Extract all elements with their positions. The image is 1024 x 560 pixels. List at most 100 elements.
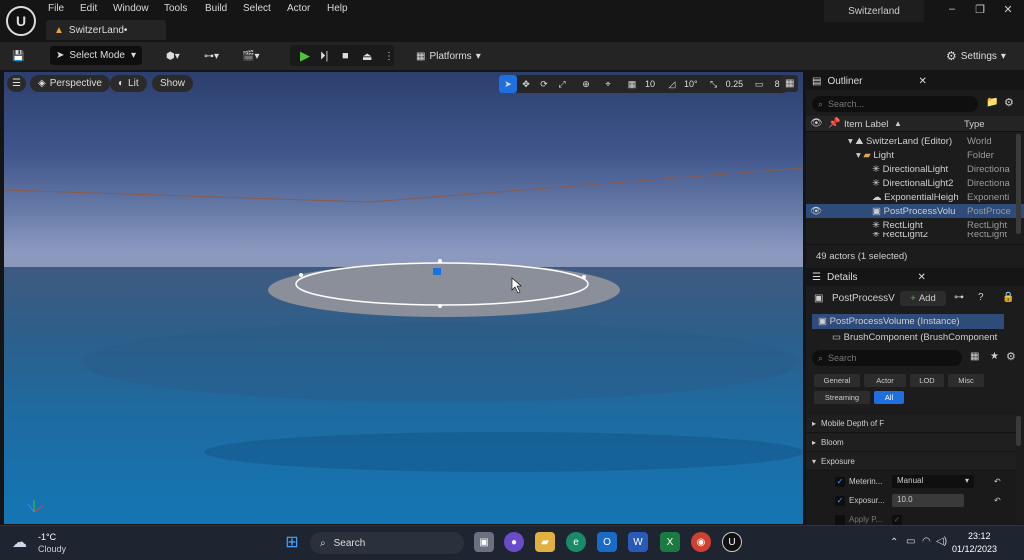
grid-snap-value[interactable]: 10 [641,75,659,93]
clock-time[interactable]: 23:12 [968,531,991,541]
unreal-logo-icon[interactable]: U [6,6,36,36]
platforms-dropdown[interactable]: ▦ Platforms ▾ [410,46,487,66]
taskbar-search[interactable]: ⌕ Search [310,532,464,554]
camera-speed-icon[interactable]: ▭ [750,75,768,93]
surface-snap-icon[interactable]: ⌖ [599,75,617,93]
chat-icon[interactable]: ● [504,532,524,552]
menu-file[interactable]: File [48,3,64,14]
outliner-row-world[interactable]: ▾ ⛰ SwitzerLand (Editor) World [806,134,1024,148]
details-search-input[interactable]: ⌕ Search [812,350,962,366]
outliner-row-actor[interactable]: ☁ ExponentialHeigh Exponenti [806,190,1024,204]
word-icon[interactable]: W [628,532,648,552]
minimize-icon[interactable]: – [942,3,962,15]
show-button[interactable]: Show [152,75,194,92]
select-tool-icon[interactable]: ➤ [499,75,517,93]
play-icon[interactable]: ▶ [294,46,316,66]
category-streaming[interactable]: Streaming [814,391,870,404]
level-viewport[interactable]: ☰ ◈ Perspective ◐ Lit Show ➤ ✥ ⟳ ⤢ ⊕ ⌖ ▦ 1… [4,72,803,524]
section-mobile-dof[interactable]: ▸ Mobile Depth of F [806,415,1016,433]
category-general[interactable]: General [814,374,860,387]
task-view-icon[interactable]: ▣ [474,532,494,552]
chrome-icon[interactable]: ◉ [691,532,711,552]
monitor-icon[interactable]: ▭ [906,536,915,547]
menu-window[interactable]: Window [113,3,149,14]
save-icon[interactable]: 💾 [6,46,30,66]
exposure-checkbox[interactable]: ✓ [835,495,845,506]
eject-icon[interactable]: ⏏ [356,46,378,66]
outliner-scrollbar[interactable] [1016,134,1021,234]
add-component-button[interactable]: + Add [900,291,946,306]
category-all[interactable]: All [874,391,904,404]
blueprint-icon[interactable]: ⊶ [954,292,964,303]
file-explorer-icon[interactable]: ▰ [535,532,555,552]
chevron-up-icon[interactable]: ⌃ [890,537,898,548]
cinematics-icon[interactable]: 🎬▾ [236,46,265,66]
gear-icon[interactable]: ⚙ [1006,350,1016,363]
move-tool-icon[interactable]: ✥ [517,75,535,93]
select-mode-dropdown[interactable]: ➤ Select Mode ▾ [50,46,142,65]
component-row-brush[interactable]: ▭ BrushComponent (BrushComponent [812,330,1010,345]
outliner-row-folder[interactable]: ▾ ▰ Light Folder [806,148,1024,162]
lit-button[interactable]: ◐ Lit [110,75,147,92]
pin-icon[interactable]: 📌 [828,118,840,129]
stop-icon[interactable]: ■ [336,46,355,66]
component-row-instance[interactable]: ▣ PostProcessVolume (Instance) [812,314,1004,329]
menu-tools[interactable]: Tools [164,3,187,14]
viewport-menu-button[interactable]: ☰ [7,75,26,92]
menu-build[interactable]: Build [205,3,227,14]
eye-icon[interactable]: 👁 [810,206,822,217]
settings-button[interactable]: ⚙ Settings ▾ [940,46,1012,66]
category-actor[interactable]: Actor [864,374,906,387]
start-icon[interactable]: ⊞ [282,532,302,552]
weather-temp[interactable]: -1°C [38,532,56,542]
gear-icon[interactable]: ⚙ [1004,96,1014,109]
metering-dropdown[interactable]: Manual ▾ [892,475,974,488]
excel-icon[interactable]: X [660,532,680,552]
volume-icon[interactable]: ◁) [936,536,947,547]
expand-arrow-icon[interactable]: ▾ [856,150,861,161]
apply-value-checkbox[interactable]: ✓ [892,514,902,525]
details-scrollbar[interactable] [1016,416,1021,446]
outliner-row-actor[interactable]: ✳ DirectionalLight Directiona [806,162,1024,176]
weather-desc[interactable]: Cloudy [38,544,66,554]
restore-icon[interactable]: ❐ [970,3,990,16]
apply-checkbox[interactable] [835,514,845,525]
table-view-icon[interactable]: ▦ [970,351,979,362]
more-options-icon[interactable]: ⋮ [378,46,400,66]
angle-snap-icon[interactable]: ◿ [663,75,681,93]
close-icon[interactable]: ✕ [918,272,926,283]
wifi-icon[interactable]: ◠ [922,536,931,547]
blueprint-icon[interactable]: ⊶▾ [198,46,225,66]
viewport-layout-icon[interactable]: ▦ [781,75,799,92]
lock-icon[interactable]: 🔒 [1002,292,1014,303]
menu-select[interactable]: Select [243,3,271,14]
folder-add-icon[interactable]: 📁 [986,97,998,108]
outlook-icon[interactable]: O [597,532,617,552]
outliner-row-actor[interactable]: ✳ DirectionalLight2 Directiona [806,176,1024,190]
outliner-row-actor[interactable]: ✳ RectLight2 RectLight [806,232,1024,240]
menu-help[interactable]: Help [327,3,348,14]
section-exposure[interactable]: ▾ Exposure [806,453,1016,471]
category-misc[interactable]: Misc [948,374,984,387]
edge-icon[interactable]: e [566,532,586,552]
category-lod[interactable]: LOD [910,374,944,387]
world-space-icon[interactable]: ⊕ [577,75,595,93]
close-icon[interactable]: ✕ [998,3,1018,16]
unreal-taskbar-icon[interactable]: U [722,532,742,552]
level-tab[interactable]: ▲ SwitzerLand• [46,20,166,40]
scale-tool-icon[interactable]: ⤢ [553,75,571,93]
close-icon[interactable]: ✕ [918,76,926,87]
reset-icon[interactable]: ↶ [994,477,1001,486]
perspective-button[interactable]: ◈ Perspective [30,75,110,92]
step-icon[interactable]: ⏵| [314,46,334,66]
menu-actor[interactable]: Actor [287,3,310,14]
outliner-search-input[interactable]: ⌕ Search... [812,96,978,112]
eye-icon[interactable]: 👁 [810,118,823,129]
cloud-icon[interactable]: ☁ [12,533,27,551]
outliner-row-actor[interactable]: ✳ RectLight RectLight [806,218,1024,232]
help-icon[interactable]: ? [978,292,984,303]
reset-icon[interactable]: ↶ [994,496,1001,505]
metering-checkbox[interactable]: ✓ [835,476,845,487]
scale-snap-value[interactable]: 0.25 [723,75,747,93]
menu-edit[interactable]: Edit [80,3,97,14]
